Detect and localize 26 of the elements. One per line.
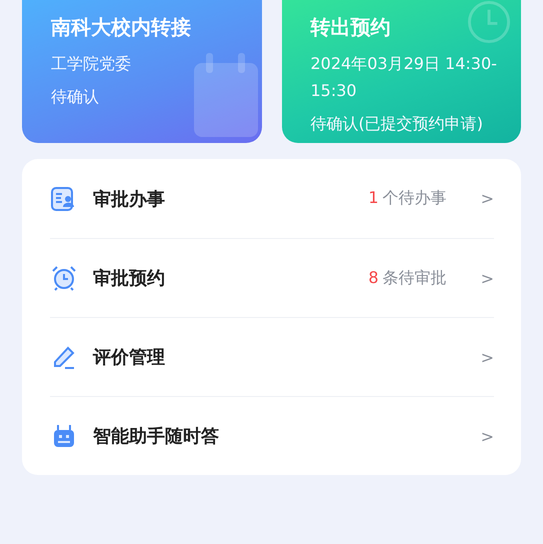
pending-label: 个待办事: [382, 188, 447, 209]
menu-item[interactable]: 智能助手随时答: [93, 424, 465, 448]
card-title: 转出预约: [310, 14, 390, 41]
alarm-clock-icon: [51, 265, 77, 291]
card-background[interactable]: 南科大校内转接 工学院党委 待确认: [22, 0, 262, 143]
card-text: 2024年03月29日 14:30-15:30: [310, 53, 498, 102]
robot-icon: [51, 423, 77, 449]
pending-label: 条待审批: [382, 268, 447, 288]
menu-item[interactable]: 审批办事: [93, 186, 352, 210]
card-text: 工学院党委: [51, 53, 131, 75]
card-text: 待确认(已提交预约申请): [310, 113, 483, 135]
menu-item[interactable]: 审批预约: [93, 266, 352, 290]
pencil-icon: [51, 344, 77, 370]
chevron-icon[interactable]: >: [480, 348, 494, 366]
card-text: 待确认: [51, 86, 99, 108]
clock-icon: [467, 0, 511, 44]
notepad-icon: [194, 53, 258, 137]
document-icon: [51, 186, 77, 212]
pending-count: 8: [368, 268, 379, 286]
chevron-icon[interactable]: >: [480, 426, 494, 446]
menu-item[interactable]: 评价管理: [93, 345, 465, 369]
pending-count: 1: [368, 188, 379, 207]
chevron-icon[interactable]: >: [480, 268, 494, 288]
card-title: 南科大校内转接: [51, 14, 191, 41]
chevron-icon[interactable]: >: [480, 189, 494, 208]
card-background[interactable]: 转出预约 2024年03月29日 14:30-15:30 待确认(已提交预约申请): [282, 0, 521, 143]
